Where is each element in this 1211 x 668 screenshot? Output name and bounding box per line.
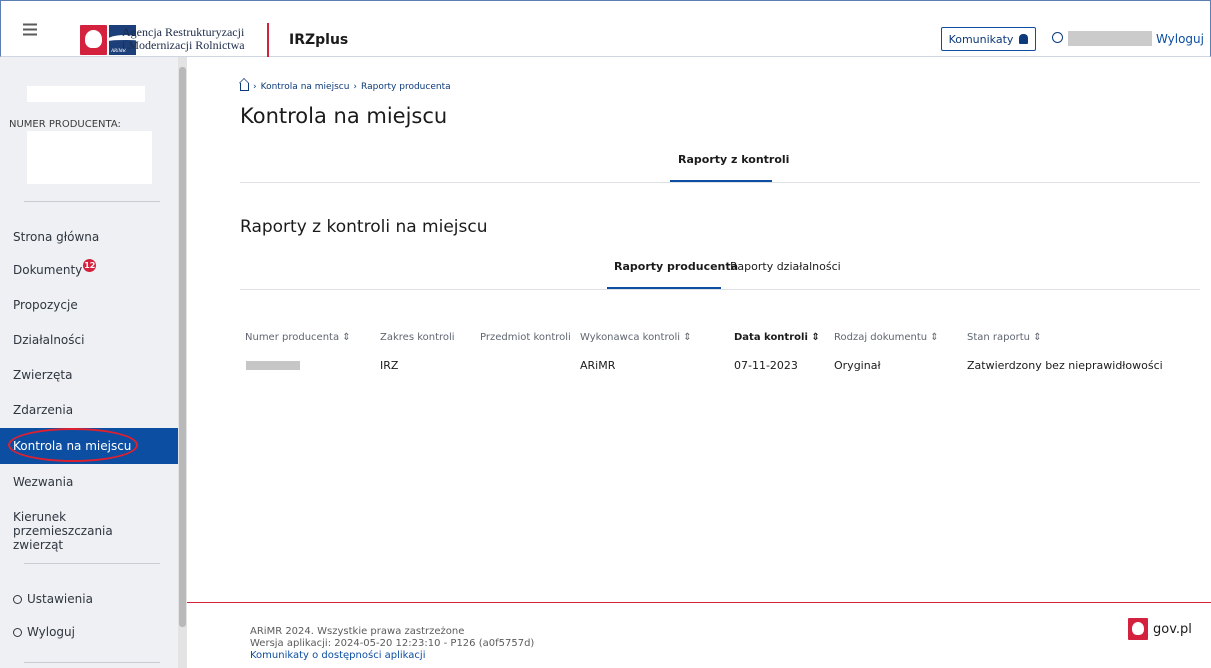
sort-icon: ⇕ (930, 332, 939, 343)
tabs-divider (240, 182, 1200, 183)
app-name: IRZplus (289, 32, 349, 48)
sidebar-item-label: Zdarzenia (13, 403, 74, 417)
menu-icon[interactable] (23, 23, 37, 36)
sidebar-item-label: Zwierzęta (13, 368, 73, 382)
user-name-redacted (1068, 31, 1152, 46)
column-header-zakres-kontroli: Zakres kontroli (380, 332, 455, 343)
footer-divider (187, 602, 1211, 603)
sidebar-item-dokumenty[interactable]: Dokumenty 12 (0, 252, 178, 288)
logout-link[interactable]: Wyloguj (1156, 32, 1204, 46)
sidebar-item-kierunek-przemieszczania[interactable]: Kierunek przemieszczania zwierząt (0, 506, 178, 552)
scrollbar-thumb[interactable] (179, 67, 186, 627)
govpl-label: gov.pl (1153, 621, 1192, 637)
section-title: Raporty z kontroli na miejscu (240, 217, 488, 237)
sidebar-item-label: Propozycje (13, 298, 78, 312)
chevron-right-icon: › (253, 82, 257, 92)
notification-badge: 12 (83, 258, 97, 272)
sidebar-item-label: Działalności (13, 333, 85, 347)
column-header-stan-raportu[interactable]: Stan raportu ⇕ (967, 332, 1042, 343)
sidebar-item-ustawienia[interactable]: Ustawienia (0, 581, 178, 617)
sidebar-item-label: Wezwania (13, 475, 74, 489)
breadcrumb-item: Raporty producenta (361, 82, 451, 92)
poland-emblem-icon (1128, 618, 1148, 640)
column-header-wykonawca-kontroli[interactable]: Wykonawca kontroli ⇕ (580, 332, 692, 343)
column-header-rodzaj-dokumentu[interactable]: Rodzaj dokumentu ⇕ (834, 332, 939, 343)
logo-text-line2: i Modernizacji Rolnictwa (122, 38, 245, 52)
tab-raporty-z-kontroli[interactable]: Raporty z kontroli (678, 153, 789, 166)
page-title: Kontrola na miejscu (240, 104, 448, 128)
accessibility-link[interactable]: Komunikaty o dostępności aplikacji (250, 650, 534, 662)
top-header: ARiMR Agencja Restrukturyzacji i Moderni… (0, 0, 1211, 57)
sidebar-item-zdarzenia[interactable]: Zdarzenia (0, 392, 178, 428)
breadcrumb-item[interactable]: Kontrola na miejscu (261, 82, 350, 92)
sidebar-item-propozycje[interactable]: Propozycje (0, 287, 178, 323)
subtabs-divider (240, 289, 1200, 290)
home-icon[interactable] (240, 83, 249, 91)
sidebar-item-zwierzeta[interactable]: Zwierzęta (0, 357, 178, 393)
column-header-przedmiot-kontroli: Przedmiot kontroli (480, 332, 571, 343)
sidebar-item-strona-glowna[interactable]: Strona główna (0, 219, 178, 255)
footer: ARiMR 2024. Wszystkie prawa zastrzeżone … (250, 626, 534, 662)
sidebar-item-label: Ustawienia (27, 592, 93, 606)
footer-version: Wersja aplikacji: 2024-05-20 12:23:10 - … (250, 638, 535, 649)
sidebar-item-label: Kontrola na miejscu (13, 439, 132, 453)
bell-icon (1019, 34, 1029, 44)
tab-raporty-dzialalnosci[interactable]: Raporty działalności (730, 260, 841, 273)
footer-copyright: ARiMR 2024. Wszystkie prawa zastrzeżone (250, 626, 465, 637)
sidebar-divider (24, 201, 160, 202)
sidebar-item-label: Kierunek przemieszczania zwierząt (13, 510, 113, 552)
sidebar-item-kontrola-na-miejscu[interactable]: Kontrola na miejscu (0, 428, 178, 464)
sort-icon: ⇕ (683, 332, 692, 343)
table-cell-zakres: IRZ (380, 359, 399, 372)
table-cell-wykonawca: ARiMR (580, 359, 616, 372)
producer-info-redacted (27, 86, 145, 102)
column-header-data-kontroli[interactable]: Data kontroli ⇕ (734, 332, 820, 343)
table-cell-stan[interactable]: Zatwierdzony bez nieprawidłowości (967, 359, 1163, 372)
sidebar-scrollbar[interactable] (178, 57, 187, 668)
sort-icon: ⇕ (811, 332, 820, 343)
poland-emblem-icon (80, 25, 107, 55)
sort-icon: ⇕ (1033, 332, 1042, 343)
sidebar-item-label: Strona główna (13, 230, 100, 244)
govpl-logo[interactable]: gov.pl (1128, 618, 1192, 640)
header-divider (267, 23, 269, 57)
column-header-numer-producenta[interactable]: Numer producenta ⇕ (245, 332, 351, 343)
table-cell-rodzaj: Oryginał (834, 359, 881, 372)
sidebar-item-wezwania[interactable]: Wezwania (0, 464, 178, 500)
table-cell-data: 07-11-2023 (734, 359, 798, 372)
sidebar-item-dzialalnosci[interactable]: Działalności (0, 322, 178, 358)
sidebar-item-label: Wyloguj (27, 625, 75, 639)
tab-raporty-producenta[interactable]: Raporty producenta (614, 260, 738, 273)
producer-number-label: NUMER PRODUCENTA: (9, 119, 121, 130)
chevron-right-icon: › (353, 82, 358, 92)
breadcrumb: › Kontrola na miejscu › Raporty producen… (240, 82, 451, 92)
user-icon (1052, 32, 1063, 43)
sort-icon: ⇕ (342, 332, 351, 343)
komunikaty-label: Komunikaty (948, 32, 1014, 46)
sidebar-item-label: Dokumenty (13, 263, 83, 277)
producer-address-redacted (27, 131, 152, 184)
gear-icon (13, 594, 22, 604)
komunikaty-button[interactable]: Komunikaty (941, 27, 1036, 51)
user-icon (13, 627, 22, 637)
logo-text: Agencja Restrukturyzacji i Modernizacji … (122, 26, 245, 52)
sidebar-divider (24, 563, 160, 564)
sidebar-item-wyloguj[interactable]: Wyloguj (0, 614, 178, 650)
sidebar-divider (24, 662, 160, 663)
producer-number-redacted (246, 361, 300, 370)
